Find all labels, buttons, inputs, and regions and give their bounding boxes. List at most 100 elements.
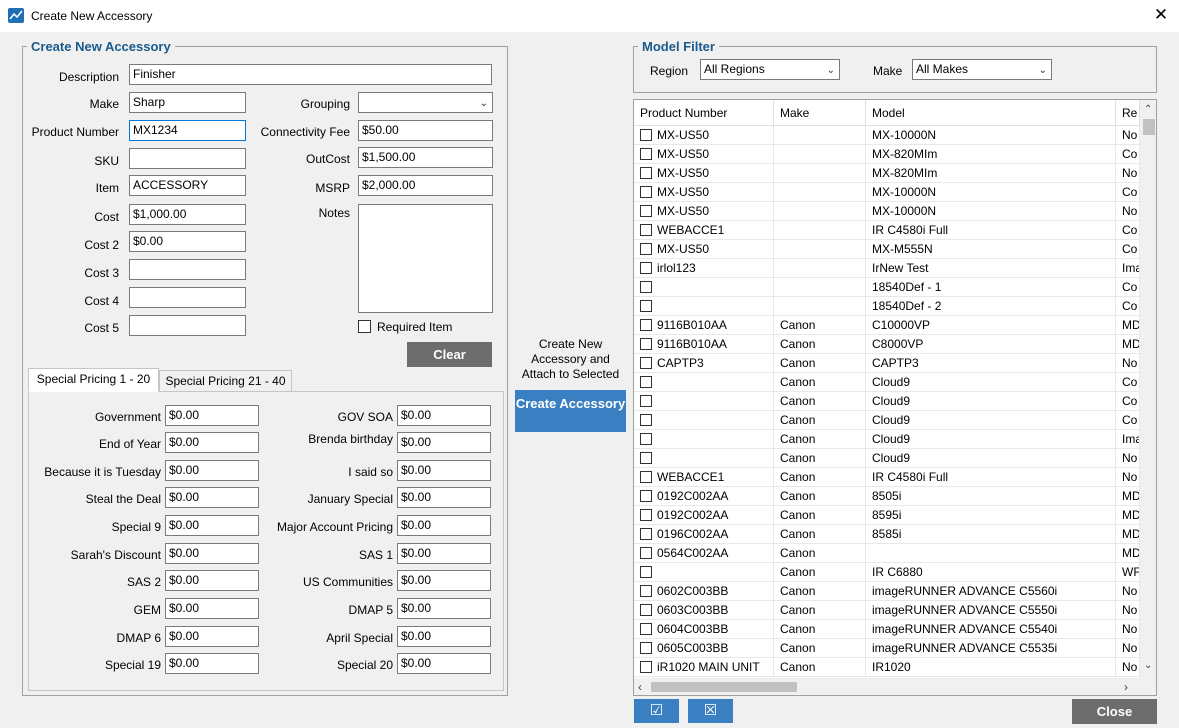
column-header-product-number[interactable]: Product Number — [634, 100, 774, 126]
pricing-field[interactable]: $0.00 — [165, 405, 259, 426]
item-field[interactable]: ACCESSORY — [129, 175, 246, 196]
pricing-field[interactable]: $0.00 — [165, 598, 259, 619]
table-row[interactable]: 0192C002AA Canon 8595i MD — [634, 506, 1140, 525]
region-value: All Regions — [704, 62, 765, 76]
grouping-select[interactable]: ⌄ — [358, 92, 493, 113]
table-row[interactable]: Canon Cloud9 No — [634, 449, 1140, 468]
table-row[interactable]: 9116B010AA Canon C8000VP MD — [634, 335, 1140, 354]
table-row[interactable]: 0192C002AA Canon 8505i MD — [634, 487, 1140, 506]
table-row[interactable]: 18540Def - 1 Co — [634, 278, 1140, 297]
pricing-field[interactable]: $0.00 — [165, 487, 259, 508]
product-number-field[interactable]: MX1234 — [129, 120, 246, 141]
table-row[interactable]: WEBACCE1 Canon IR C4580i Full No — [634, 468, 1140, 487]
table-row[interactable]: Canon Cloud9 Co — [634, 392, 1140, 411]
table-row[interactable]: iR1020 MAIN UNIT Canon IR1020 No — [634, 658, 1140, 677]
table-cell: CAPTP3 — [634, 354, 774, 373]
vertical-scrollbar[interactable]: ⌃ ⌄ — [1140, 100, 1156, 678]
connectivity-fee-label: Connectivity Fee — [260, 125, 350, 139]
pricing-field[interactable]: $0.00 — [397, 626, 491, 647]
connectivity-fee-field[interactable]: $50.00 — [358, 120, 493, 141]
pricing-field[interactable]: $0.00 — [397, 543, 491, 564]
table-row[interactable]: 0604C003BB Canon imageRUNNER ADVANCE C5540… — [634, 620, 1140, 639]
deselect-all-icon[interactable]: ☒ — [688, 699, 733, 723]
clear-button[interactable]: Clear — [407, 342, 492, 367]
pricing-field[interactable]: $0.00 — [165, 543, 259, 564]
table-row[interactable]: 0605C003BB Canon imageRUNNER ADVANCE C5535… — [634, 639, 1140, 658]
table-row[interactable]: MX-US50 MX-820MIm No — [634, 164, 1140, 183]
pricing-field[interactable]: $0.00 — [397, 653, 491, 674]
scroll-up-icon[interactable]: ⌃ — [1144, 104, 1152, 115]
pricing-field[interactable]: $0.00 — [165, 570, 259, 591]
table-cell: C10000VP — [866, 316, 1116, 335]
table-row[interactable]: 0196C002AA Canon 8585i MD — [634, 525, 1140, 544]
pricing-field[interactable]: $0.00 — [165, 432, 259, 453]
scroll-down-icon[interactable]: ⌄ — [1144, 660, 1152, 671]
table-cell — [634, 278, 774, 297]
table-row[interactable]: 18540Def - 2 Co — [634, 297, 1140, 316]
required-item-checkbox[interactable] — [358, 320, 371, 333]
notes-field[interactable] — [358, 204, 493, 313]
pricing-field[interactable]: $0.00 — [165, 626, 259, 647]
cost-field[interactable]: $1,000.00 — [129, 204, 246, 225]
pricing-field[interactable]: $0.00 — [397, 460, 491, 481]
pricing-field[interactable]: $0.00 — [397, 570, 491, 591]
pricing-field[interactable]: $0.00 — [165, 653, 259, 674]
outcost-field[interactable]: $1,500.00 — [358, 147, 493, 168]
close-button[interactable]: Close — [1072, 699, 1157, 724]
scroll-right-icon[interactable]: › — [1124, 680, 1128, 694]
pricing-field[interactable]: $0.00 — [165, 515, 259, 536]
table-row[interactable]: Canon IR C6880 WF — [634, 563, 1140, 582]
select-all-icon[interactable]: ☑ — [634, 699, 679, 723]
table-cell: 0564C002AA — [634, 544, 774, 563]
cost2-field[interactable]: $0.00 — [129, 231, 246, 252]
table-cell: Canon — [774, 620, 866, 639]
create-accessory-button[interactable]: Create Accessory — [515, 390, 626, 432]
table-row[interactable]: Canon Cloud9 Co — [634, 373, 1140, 392]
column-header-region[interactable]: Re — [1116, 100, 1140, 126]
tab-special-pricing-1-20[interactable]: Special Pricing 1 - 20 — [28, 368, 159, 392]
pricing-field[interactable]: $0.00 — [397, 405, 491, 426]
pricing-field[interactable]: $0.00 — [397, 598, 491, 619]
table-row[interactable]: MX-US50 MX-10000N No — [634, 202, 1140, 221]
pricing-field[interactable]: $0.00 — [397, 515, 491, 536]
table-row[interactable]: MX-US50 MX-10000N Co — [634, 183, 1140, 202]
table-cell: IrNew Test — [866, 259, 1116, 278]
pricing-field[interactable]: $0.00 — [397, 432, 491, 453]
table-row[interactable]: 0564C002AA Canon MD — [634, 544, 1140, 563]
horizontal-scrollbar[interactable]: ‹ › — [634, 678, 1156, 695]
make-filter-select[interactable]: All Makes ⌄ — [912, 59, 1052, 80]
sku-field[interactable] — [129, 148, 246, 169]
table-row[interactable]: WEBACCE1 IR C4580i Full Co — [634, 221, 1140, 240]
notes-label: Notes — [318, 206, 350, 220]
pricing-field[interactable]: $0.00 — [397, 487, 491, 508]
cost3-field[interactable] — [129, 259, 246, 280]
table-row[interactable]: irlol123 IrNew TestIma — [634, 259, 1140, 278]
cost4-field[interactable] — [129, 287, 246, 308]
column-header-model[interactable]: Model — [866, 100, 1116, 126]
table-cell: Canon — [774, 335, 866, 354]
cost5-field[interactable] — [129, 315, 246, 336]
scroll-left-icon[interactable]: ‹ — [638, 680, 642, 694]
description-field[interactable]: Finisher — [129, 64, 492, 85]
table-row[interactable]: 0602C003BB Canon imageRUNNER ADVANCE C5560… — [634, 582, 1140, 601]
table-cell: IR1020 — [866, 658, 1116, 677]
pricing-label: SAS 1 — [358, 548, 393, 562]
region-select[interactable]: All Regions ⌄ — [700, 59, 840, 80]
msrp-field[interactable]: $2,000.00 — [358, 175, 493, 196]
pricing-field[interactable]: $0.00 — [165, 460, 259, 481]
table-row[interactable]: 0603C003BB Canon imageRUNNER ADVANCE C5550… — [634, 601, 1140, 620]
table-row[interactable]: CanonCloud9Ima — [634, 430, 1140, 449]
hscroll-thumb[interactable] — [651, 682, 797, 692]
scroll-thumb[interactable] — [1143, 119, 1155, 135]
close-icon[interactable]: ✕ — [1150, 4, 1172, 26]
table-row[interactable]: 9116B010AA Canon C10000VP MD — [634, 316, 1140, 335]
column-header-make[interactable]: Make — [774, 100, 866, 126]
table-row[interactable]: MX-US50 MX-M555N Co — [634, 240, 1140, 259]
cost4-label: Cost 4 — [84, 294, 119, 308]
table-row[interactable]: Canon Cloud9 Co — [634, 411, 1140, 430]
tab-special-pricing-21-40[interactable]: Special Pricing 21 - 40 — [159, 370, 292, 392]
table-row[interactable]: MX-US50 MX-820MIm Co — [634, 145, 1140, 164]
table-row[interactable]: CAPTP3 Canon CAPTP3 No — [634, 354, 1140, 373]
table-row[interactable]: MX-US50 MX-10000N No — [634, 126, 1140, 145]
make-field[interactable]: Sharp — [129, 92, 246, 113]
